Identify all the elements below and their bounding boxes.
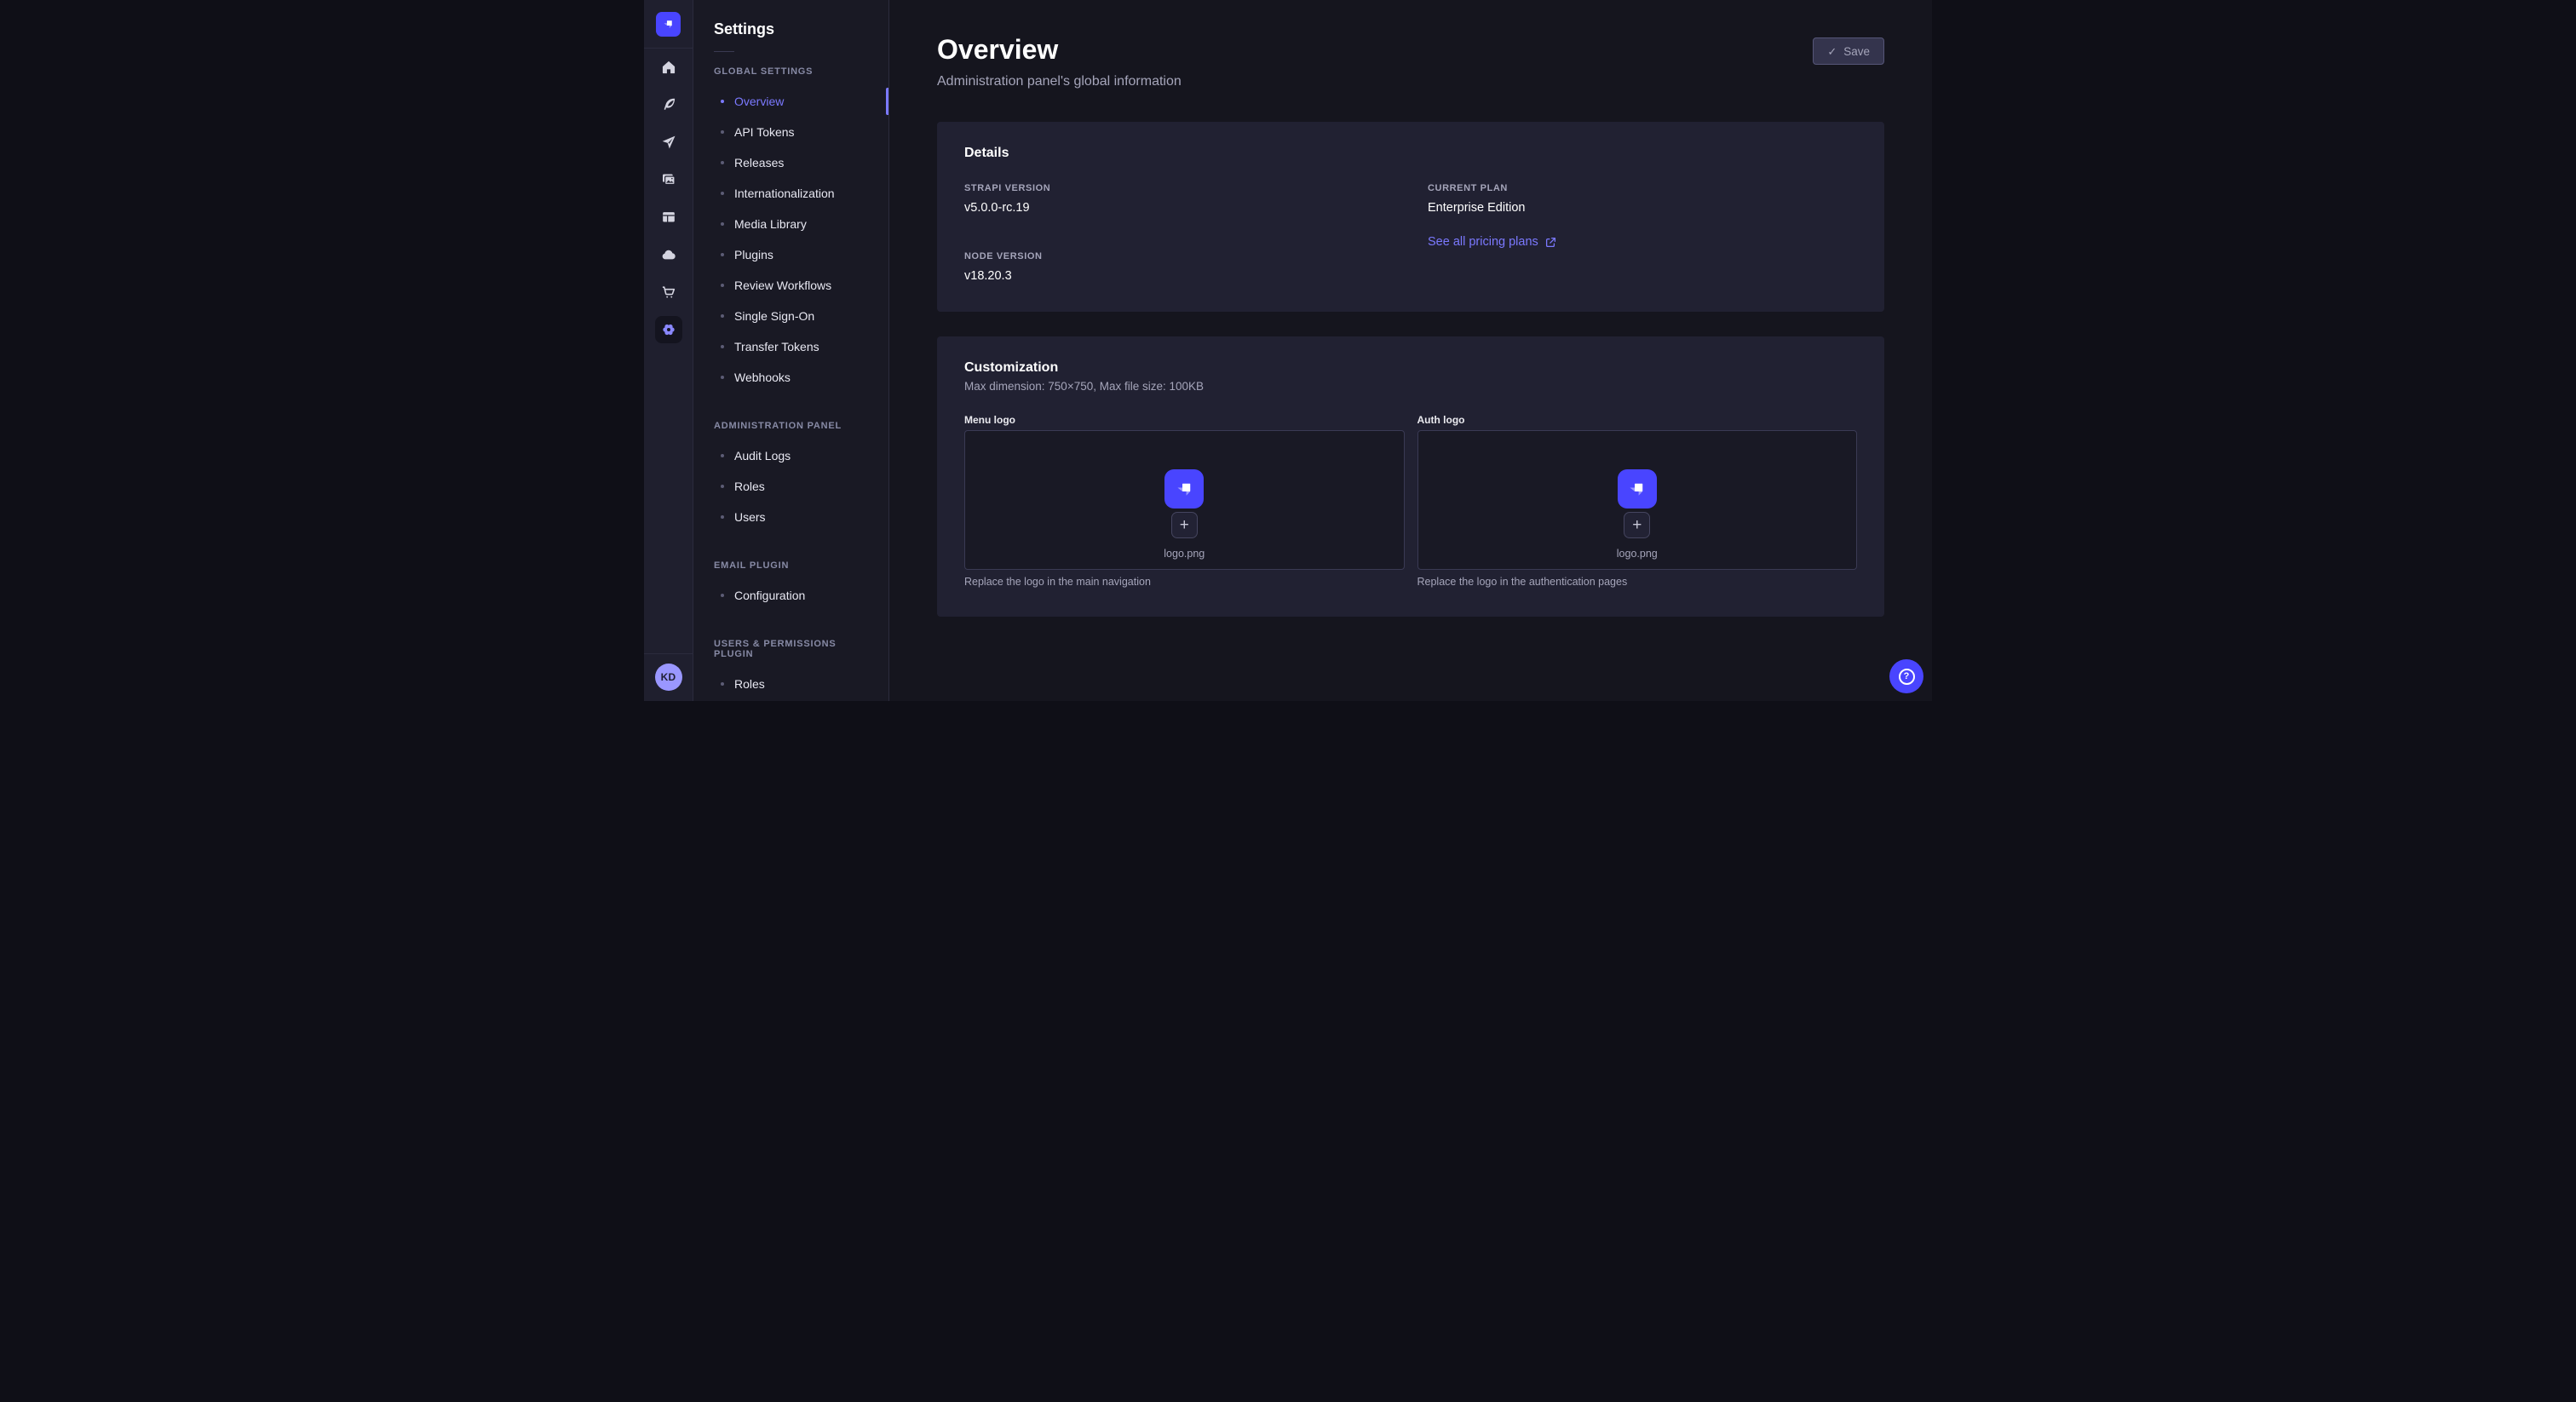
bullet-icon xyxy=(721,485,724,488)
nav-list-users-permissions: Roles Providers xyxy=(693,669,888,701)
page-subtitle: Administration panel's global informatio… xyxy=(937,74,1182,89)
sidebar-item-internationalization[interactable]: Internationalization xyxy=(693,178,888,209)
auth-logo-filename: logo.png xyxy=(1617,548,1658,560)
strapi-admin-app: KD Settings Global Settings Overview API… xyxy=(644,0,1932,701)
sidebar-item-plugins[interactable]: Plugins xyxy=(693,239,888,270)
page-header: Overview Administration panel's global i… xyxy=(937,32,1884,89)
sidebar-item-api-tokens[interactable]: API Tokens xyxy=(693,117,888,147)
rail-bottom: KD xyxy=(644,653,693,701)
bullet-icon xyxy=(721,192,724,195)
sidebar-item-admin-roles[interactable]: Roles xyxy=(693,471,888,502)
settings-gear-icon-active[interactable] xyxy=(660,321,677,338)
help-button[interactable]: ? xyxy=(1889,659,1923,693)
active-rail-pill xyxy=(655,316,682,343)
sidebar-item-up-providers[interactable]: Providers xyxy=(693,699,888,701)
subnav-title: Settings xyxy=(693,0,888,38)
bullet-icon xyxy=(721,130,724,134)
sidebar-item-up-roles[interactable]: Roles xyxy=(693,669,888,699)
details-card-title: Details xyxy=(964,146,1857,161)
nav-list-global-settings: Overview API Tokens Releases Internation… xyxy=(693,86,888,393)
rail-divider xyxy=(644,653,693,654)
check-icon: ✓ xyxy=(1827,46,1837,57)
auth-logo-label: Auth logo xyxy=(1417,414,1858,426)
user-avatar[interactable]: KD xyxy=(655,664,682,691)
sidebar-item-webhooks[interactable]: Webhooks xyxy=(693,362,888,393)
auth-logo-dropzone[interactable]: + logo.png xyxy=(1417,430,1858,570)
bullet-icon xyxy=(721,594,724,597)
strapi-version-field: Strapi version v5.0.0-rc.19 xyxy=(964,183,1394,215)
external-link-icon xyxy=(1545,237,1556,248)
save-button[interactable]: ✓ Save xyxy=(1813,37,1884,65)
bullet-icon xyxy=(721,222,724,226)
details-right-column: Current plan Enterprise Edition See all … xyxy=(1428,183,1857,283)
deploy-paper-plane-icon[interactable] xyxy=(660,134,677,151)
strapi-logo-icon[interactable] xyxy=(656,12,681,37)
bullet-icon xyxy=(721,284,724,287)
rail-icon-list xyxy=(644,49,693,338)
main-content: Overview Administration panel's global i… xyxy=(889,0,1932,701)
bullet-icon xyxy=(721,376,724,379)
bullet-icon xyxy=(721,314,724,318)
details-grid: Strapi version v5.0.0-rc.19 Node version… xyxy=(964,183,1857,283)
bullet-icon xyxy=(721,100,724,103)
section-label-administration-panel: Administration Panel xyxy=(714,406,868,431)
auth-logo-add-button[interactable]: + xyxy=(1624,512,1650,538)
content-manager-feather-icon[interactable] xyxy=(660,96,677,113)
settings-subnav: Settings Global Settings Overview API To… xyxy=(693,0,889,701)
menu-logo-add-button[interactable]: + xyxy=(1171,512,1198,538)
menu-logo-label: Menu logo xyxy=(964,414,1405,426)
sidebar-item-email-configuration[interactable]: Configuration xyxy=(693,580,888,611)
sidebar-item-review-workflows[interactable]: Review Workflows xyxy=(693,270,888,301)
customization-card-subtitle: Max dimension: 750×750, Max file size: 1… xyxy=(964,380,1857,393)
marketplace-cart-icon[interactable] xyxy=(660,284,677,301)
section-label-global-settings: Global Settings xyxy=(714,52,868,77)
auth-logo-upload: Auth logo + logo.png Replace the logo in… xyxy=(1417,414,1858,588)
main-nav-rail: KD xyxy=(644,0,693,701)
media-library-pictures-icon[interactable] xyxy=(660,171,677,188)
menu-logo-caption: Replace the logo in the main navigation xyxy=(964,576,1405,588)
question-mark-icon: ? xyxy=(1899,669,1915,685)
sidebar-item-single-sign-on[interactable]: Single Sign-On xyxy=(693,301,888,331)
plus-icon: + xyxy=(1180,517,1189,533)
bullet-icon xyxy=(721,161,724,164)
auth-logo-caption: Replace the logo in the authentication p… xyxy=(1417,576,1858,588)
workspace-logo-section xyxy=(644,0,693,49)
home-icon[interactable] xyxy=(660,59,677,76)
nav-list-email-plugin: Configuration xyxy=(693,580,888,611)
bullet-icon xyxy=(721,345,724,348)
plus-icon: + xyxy=(1632,517,1642,533)
sidebar-item-admin-users[interactable]: Users xyxy=(693,502,888,532)
section-label-email-plugin: Email Plugin xyxy=(714,546,868,571)
bullet-icon xyxy=(721,454,724,457)
sidebar-item-media-library[interactable]: Media Library xyxy=(693,209,888,239)
auth-logo-preview-strapi-icon xyxy=(1618,469,1657,509)
customization-card: Customization Max dimension: 750×750, Ma… xyxy=(937,336,1884,617)
section-label-users-permissions-plugin: Users & Permissions Plugin xyxy=(714,624,868,659)
details-card: Details Strapi version v5.0.0-rc.19 Node… xyxy=(937,122,1884,312)
customization-card-title: Customization xyxy=(964,360,1857,376)
see-all-pricing-plans-link[interactable]: See all pricing plans xyxy=(1428,235,1556,249)
menu-logo-upload: Menu logo + logo.png Replace the logo in… xyxy=(964,414,1405,588)
logo-uploads-grid: Menu logo + logo.png Replace the logo in… xyxy=(964,414,1857,588)
sidebar-item-releases[interactable]: Releases xyxy=(693,147,888,178)
node-version-field: Node version v18.20.3 xyxy=(964,251,1394,283)
page-title: Overview xyxy=(937,32,1182,66)
sidebar-item-transfer-tokens[interactable]: Transfer Tokens xyxy=(693,331,888,362)
details-left-column: Strapi version v5.0.0-rc.19 Node version… xyxy=(964,183,1394,283)
sidebar-item-audit-logs[interactable]: Audit Logs xyxy=(693,440,888,471)
menu-logo-filename: logo.png xyxy=(1164,548,1205,560)
bullet-icon xyxy=(721,515,724,519)
sidebar-item-overview[interactable]: Overview xyxy=(693,86,888,117)
current-plan-field: Current plan Enterprise Edition xyxy=(1428,183,1857,215)
menu-logo-preview-strapi-icon xyxy=(1164,469,1204,509)
bullet-icon xyxy=(721,253,724,256)
bullet-icon xyxy=(721,682,724,686)
cloud-icon[interactable] xyxy=(660,246,677,263)
nav-list-administration-panel: Audit Logs Roles Users xyxy=(693,440,888,532)
content-type-builder-layout-icon[interactable] xyxy=(660,209,677,226)
menu-logo-dropzone[interactable]: + logo.png xyxy=(964,430,1405,570)
